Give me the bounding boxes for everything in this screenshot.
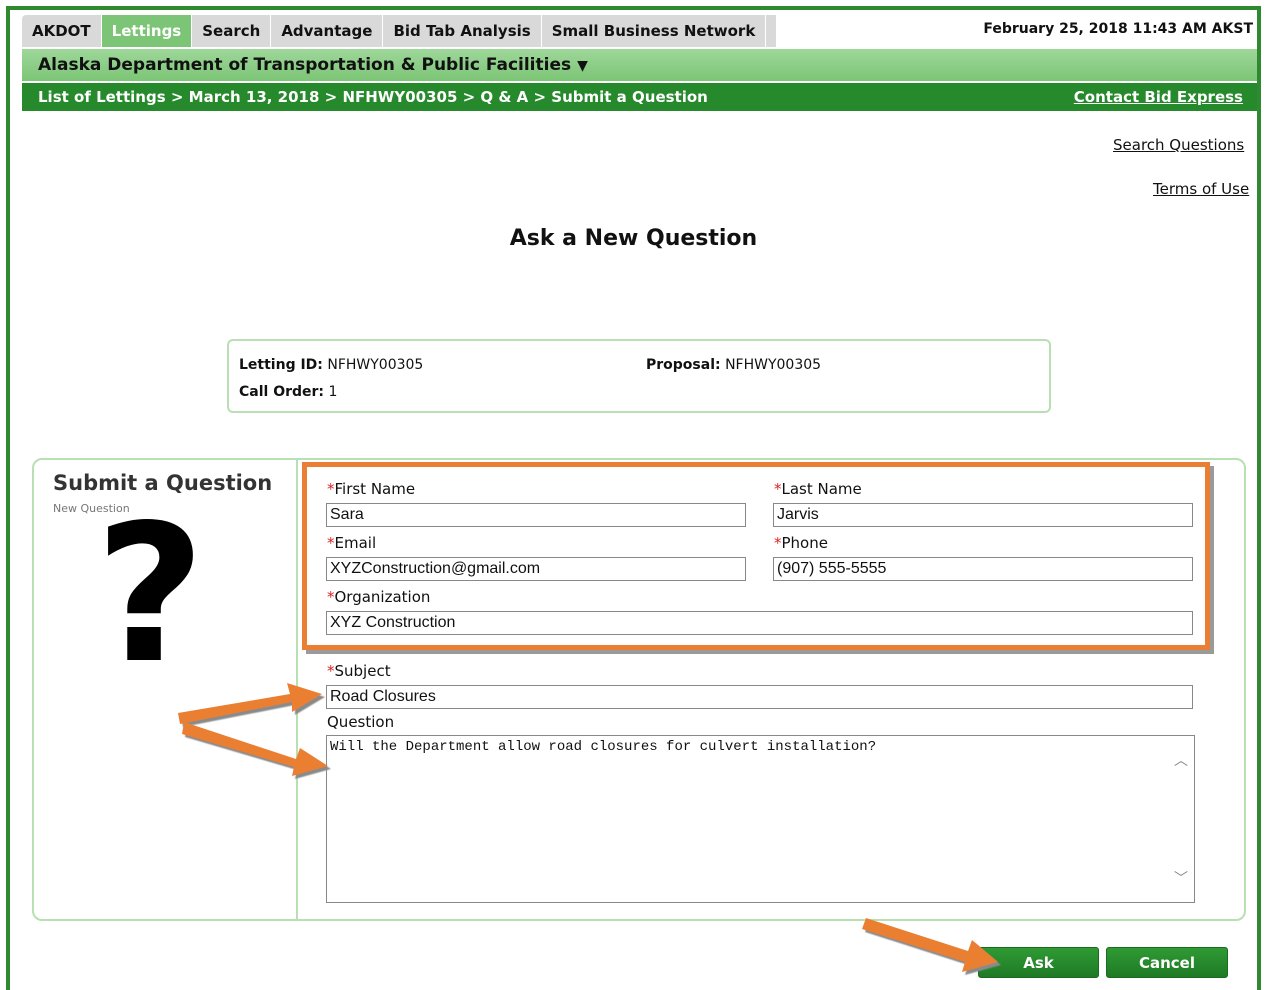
arrow-to-question-icon — [182, 722, 328, 776]
annotation-arrows — [178, 683, 998, 972]
arrow-to-subject-icon — [178, 683, 322, 724]
arrow-to-ask-icon — [862, 918, 998, 972]
